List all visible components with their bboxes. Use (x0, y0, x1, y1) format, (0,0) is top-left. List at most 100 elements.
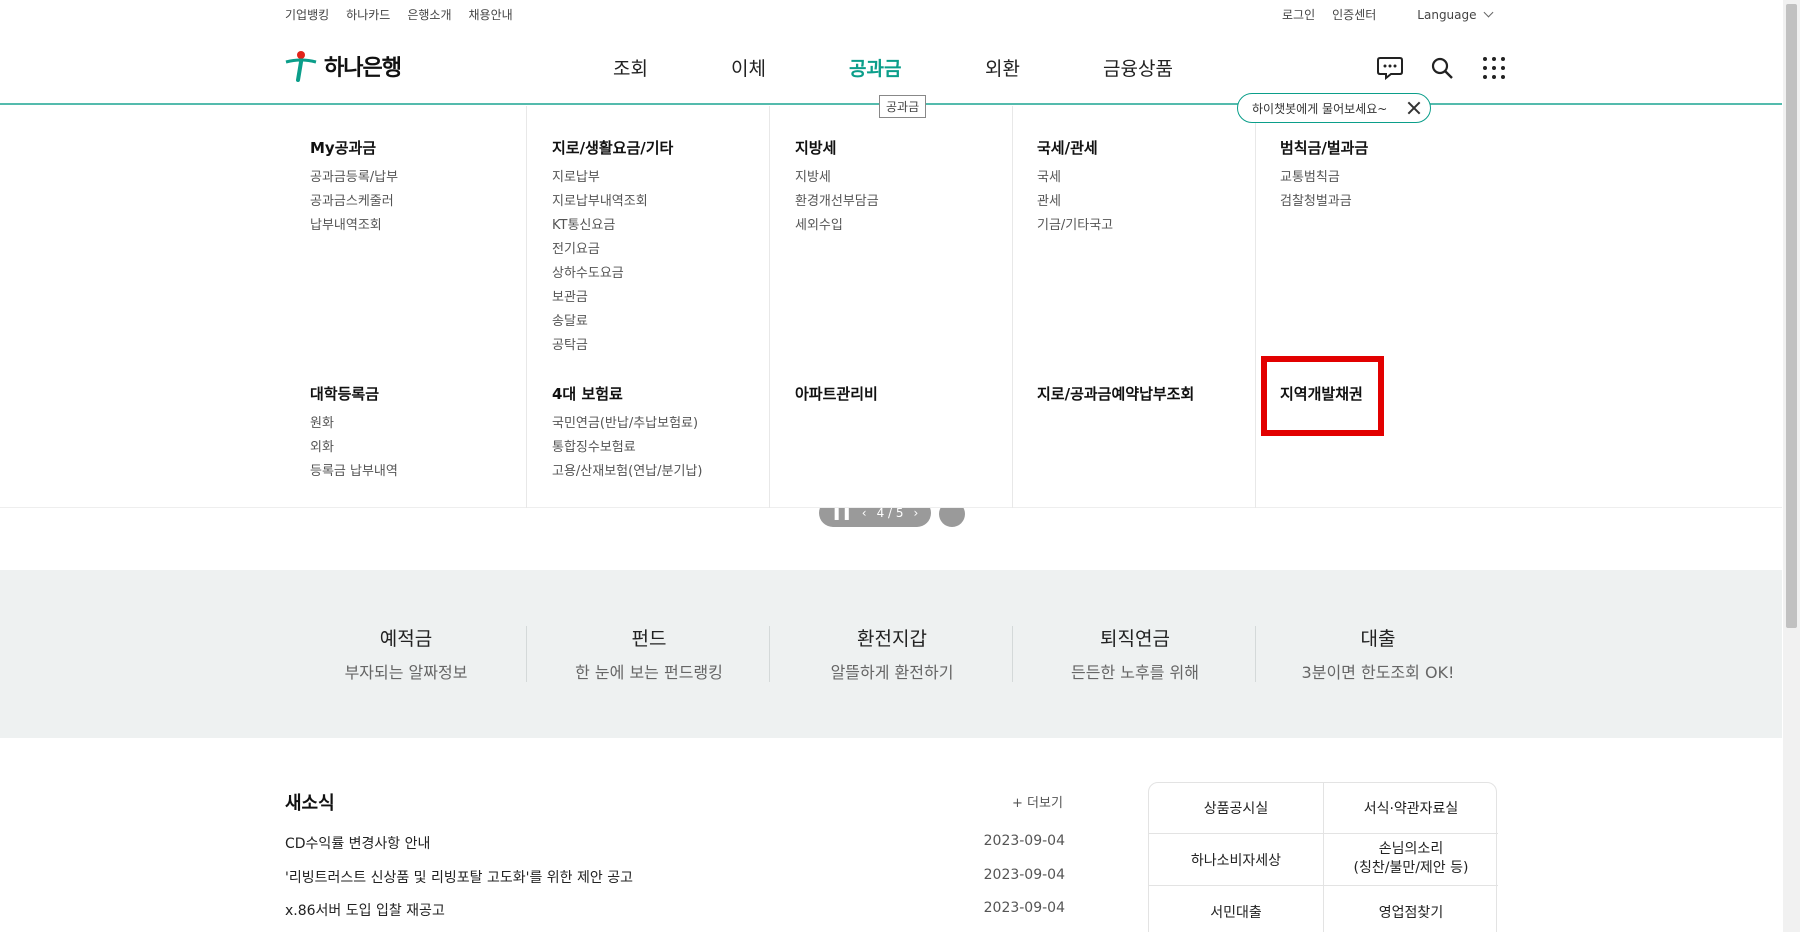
gnb-item-transfer[interactable]: 이체 (731, 54, 766, 81)
util-link-corporate[interactable]: 기업뱅킹 (285, 6, 329, 23)
menu-link[interactable]: 보관금 (552, 286, 673, 310)
menu-link[interactable]: 기금/기타국고 (1037, 214, 1113, 238)
chat-icon[interactable] (1376, 54, 1404, 82)
quick-item-deposit[interactable]: 예적금 부자되는 알짜정보 (285, 624, 527, 683)
menu-group-title[interactable]: 4대 보험료 (552, 383, 702, 404)
language-select[interactable]: Language (1417, 7, 1493, 22)
news-row[interactable]: x.86서버 도입 입찰 재공고 2023-09-04 (285, 900, 1065, 920)
menu-group-apartment-fee: 아파트관리비 (795, 383, 878, 412)
divider (1255, 626, 1256, 682)
gnb-item-products[interactable]: 금융상품 (1103, 54, 1173, 81)
quick-item-sub: 알뜰하게 환전하기 (830, 663, 954, 682)
menu-group-local-tax: 지방세 지방세 환경개선부담금 세외수입 (795, 137, 879, 238)
quick-item-sub: 3분이면 한도조회 OK! (1301, 663, 1455, 682)
scrollbar[interactable] (1783, 0, 1800, 932)
carousel-indicator: 4 / 5 (876, 506, 904, 520)
menu-link[interactable]: 납부내역조회 (310, 214, 398, 238)
menu-group-insurance: 4대 보험료 국민연금(반납/추납보험료) 통합징수보험료 고용/산재보험(연납… (552, 383, 702, 484)
quick-item-title: 예적금 (379, 628, 433, 650)
pause-icon[interactable]: ❚❚ (832, 506, 852, 520)
menu-group-title[interactable]: 아파트관리비 (795, 383, 878, 404)
menu-group-title[interactable]: My공과금 (310, 137, 398, 158)
menu-link[interactable]: 외화 (310, 436, 398, 460)
gnb-item-inquiry[interactable]: 조회 (613, 54, 648, 81)
menu-group-title[interactable]: 지방세 (795, 137, 879, 158)
quick-item-exchange[interactable]: 환전지갑 알뜰하게 환전하기 (771, 624, 1013, 683)
chevron-left-icon[interactable]: ‹ (862, 506, 867, 520)
menu-link[interactable]: 상하수도요금 (552, 262, 673, 286)
menu-group-title[interactable]: 대학등록금 (310, 383, 398, 404)
menu-group-my-bills: My공과금 공과금등록/납부 공과금스케줄러 납부내역조회 (310, 137, 398, 238)
header-icons (1376, 54, 1508, 82)
news-title: 새소식 (285, 793, 335, 814)
menu-link[interactable]: 검찰청벌과금 (1280, 190, 1368, 214)
menu-group-fines: 범칙금/벌과금 교통범칙금 검찰청벌과금 (1280, 137, 1368, 214)
chatbot-text: 하이챗봇에게 물어보세요~ (1252, 101, 1388, 116)
login-link[interactable]: 로그인 (1282, 6, 1315, 23)
quick-item-pension[interactable]: 퇴직연금 든든한 노후를 위해 (1014, 624, 1256, 683)
quick-item-title: 펀드 (631, 628, 667, 650)
divider (1149, 833, 1498, 834)
menu-link[interactable]: 관세 (1037, 190, 1113, 214)
menu-link[interactable]: 지로납부 (552, 166, 673, 190)
news-row[interactable]: '리빙트러스트 신상품 및 리빙포탈 고도화'를 위한 제안 공고 2023-0… (285, 867, 1065, 887)
menu-link[interactable]: 공과금스케줄러 (310, 190, 398, 214)
menu-link[interactable]: 등록금 납부내역 (310, 460, 398, 484)
util-link-card[interactable]: 하나카드 (346, 6, 390, 23)
menu-group-title[interactable]: 지로/공과금예약납부조회 (1037, 383, 1194, 404)
menu-link[interactable]: 지방세 (795, 166, 879, 190)
menu-group-title[interactable]: 범칙금/벌과금 (1280, 137, 1368, 158)
menu-divider (1255, 106, 1256, 508)
news-date: 2023-09-04 (983, 833, 1065, 849)
news-more-link[interactable]: + 더보기 (1012, 792, 1063, 811)
menu-link[interactable]: 국민연금(반납/추납보험료) (552, 412, 702, 436)
quick-item-loan[interactable]: 대출 3분이면 한도조회 OK! (1257, 624, 1499, 683)
news-row[interactable]: CD수익률 변경사항 안내 2023-09-04 (285, 833, 1065, 853)
chevron-down-icon (1483, 7, 1493, 18)
menu-link[interactable]: 공과금등록/납부 (310, 166, 398, 190)
menu-group-scheduled-payment: 지로/공과금예약납부조회 (1037, 383, 1194, 412)
quick-item-sub: 든든한 노후를 위해 (1071, 663, 1199, 682)
search-icon[interactable] (1428, 54, 1456, 82)
scrollbar-thumb[interactable] (1786, 4, 1797, 628)
menu-link[interactable]: 공탁금 (552, 334, 673, 358)
menu-group-title[interactable]: 국세/관세 (1037, 137, 1113, 158)
quick-link-branch-finder[interactable]: 영업점찾기 (1324, 902, 1498, 922)
menu-link[interactable]: 지로납부내역조회 (552, 190, 673, 214)
menu-link[interactable]: 환경개선부담금 (795, 190, 879, 214)
quick-link-product-disclosure[interactable]: 상품공시실 (1149, 798, 1323, 818)
apps-grid-icon[interactable] (1480, 54, 1508, 82)
menu-link[interactable]: KT통신요금 (552, 214, 673, 238)
quick-link-voice[interactable]: 손님의소리 (칭찬/불만/제안 등) (1324, 840, 1498, 878)
quick-link-microloan[interactable]: 서민대출 (1149, 902, 1323, 922)
news-text: CD수익률 변경사항 안내 (285, 836, 431, 852)
util-link-about[interactable]: 은행소개 (407, 6, 451, 23)
menu-group-title[interactable]: 지로/생활요금/기타 (552, 137, 673, 158)
gnb-item-forex[interactable]: 외환 (985, 54, 1020, 81)
gnb-active-tooltip: 공과금 (879, 95, 927, 118)
menu-link[interactable]: 원화 (310, 412, 398, 436)
menu-link[interactable]: 국세 (1037, 166, 1113, 190)
chevron-right-icon[interactable]: › (914, 506, 919, 520)
divider (526, 626, 527, 682)
quick-item-fund[interactable]: 펀드 한 눈에 보는 펀드랭킹 (528, 624, 770, 683)
utility-nav-left: 기업뱅킹 하나카드 은행소개 채용안내 (285, 6, 513, 23)
menu-divider (526, 106, 527, 508)
menu-link[interactable]: 통합징수보험료 (552, 436, 702, 460)
chatbot-bubble[interactable]: 하이챗봇에게 물어보세요~ (1237, 93, 1431, 123)
menu-link[interactable]: 세외수입 (795, 214, 879, 238)
divider (1149, 885, 1498, 886)
close-icon[interactable] (1407, 101, 1421, 115)
quick-link-forms[interactable]: 서식·약관자료실 (1324, 798, 1498, 818)
menu-group-tuition: 대학등록금 원화 외화 등록금 납부내역 (310, 383, 398, 484)
menu-link[interactable]: 고용/산재보험(연납/분기납) (552, 460, 702, 484)
menu-link[interactable]: 교통범칙금 (1280, 166, 1368, 190)
quick-link-consumer[interactable]: 하나소비자세상 (1149, 850, 1323, 870)
gnb-item-utility-bills[interactable]: 공과금 (849, 54, 901, 81)
cert-center-link[interactable]: 인증센터 (1332, 6, 1376, 23)
menu-link[interactable]: 전기요금 (552, 238, 673, 262)
util-link-recruit[interactable]: 채용안내 (469, 6, 513, 23)
divider (769, 626, 770, 682)
quick-item-title: 환전지갑 (857, 628, 927, 650)
menu-link[interactable]: 송달료 (552, 310, 673, 334)
